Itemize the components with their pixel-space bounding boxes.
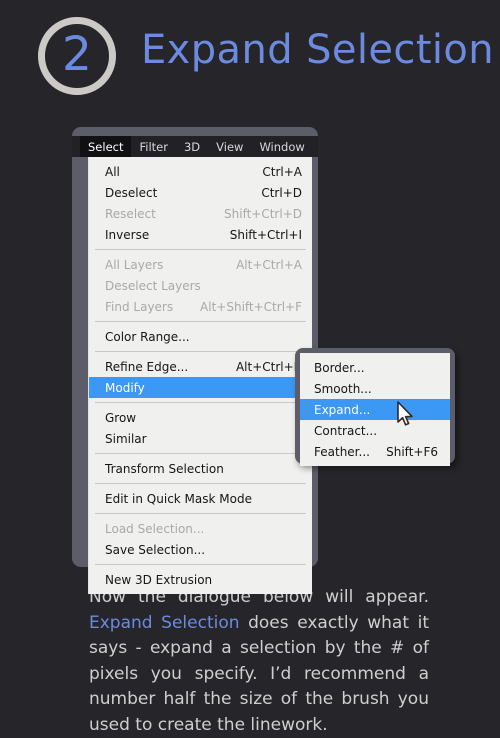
menu-item-label: Modify bbox=[105, 380, 145, 395]
menu-item-shortcut: Shift+Ctrl+D bbox=[224, 206, 302, 221]
menu-item-border[interactable]: Border... bbox=[300, 357, 450, 378]
menu-item-label: Load Selection... bbox=[105, 521, 205, 536]
menu-separator bbox=[95, 351, 306, 352]
menu-item-label: Save Selection... bbox=[105, 542, 206, 557]
menubar-item-view[interactable]: View bbox=[208, 136, 251, 157]
menu-item-expand[interactable]: Expand... bbox=[300, 399, 450, 420]
menu-item-edit-in-quick-mask-mode[interactable]: Edit in Quick Mask Mode bbox=[89, 488, 312, 509]
modify-submenu[interactable]: Border... Smooth... Expand... Contract... Fe… bbox=[300, 353, 450, 466]
menu-item-label: Similar bbox=[105, 431, 147, 446]
menu-item-all-layers: All Layers Alt+Ctrl+A bbox=[89, 254, 312, 275]
menu-item-label: Contract... bbox=[314, 423, 378, 438]
menu-separator bbox=[95, 513, 306, 514]
menu-item-shortcut: Ctrl+A bbox=[262, 164, 302, 179]
menu-separator bbox=[95, 249, 306, 250]
page-header: 2 Expand Selection bbox=[0, 0, 500, 118]
menu-separator bbox=[95, 453, 306, 454]
menu-item-modify[interactable]: Modify bbox=[89, 377, 312, 398]
menubar-item-window[interactable]: Window bbox=[251, 136, 312, 157]
menu-bar: Select Filter 3D View Window bbox=[72, 136, 318, 157]
menu-item-find-layers: Find Layers Alt+Shift+Ctrl+F bbox=[89, 296, 312, 317]
menu-item-label: Inverse bbox=[105, 227, 150, 242]
menu-item-label: Expand... bbox=[314, 402, 371, 417]
menu-item-grow[interactable]: Grow bbox=[89, 407, 312, 428]
menu-item-contract[interactable]: Contract... bbox=[300, 420, 450, 441]
menu-item-label: Color Range... bbox=[105, 329, 190, 344]
menu-item-label: Grow bbox=[105, 410, 137, 425]
menu-item-label: Deselect bbox=[105, 185, 158, 200]
menu-item-load-selection: Load Selection... bbox=[89, 518, 312, 539]
menu-item-label: Feather... bbox=[314, 444, 370, 459]
menu-item-transform-selection[interactable]: Transform Selection bbox=[89, 458, 312, 479]
menubar-item-label: View bbox=[216, 139, 244, 154]
menu-item-label: Find Layers bbox=[105, 299, 174, 314]
menu-item-reselect: Reselect Shift+Ctrl+D bbox=[89, 203, 312, 224]
select-menu-dropdown[interactable]: All Ctrl+A Deselect Ctrl+D Reselect Shift+Ctr… bbox=[88, 157, 312, 594]
menu-item-color-range[interactable]: Color Range... bbox=[89, 326, 312, 347]
menu-item-refine-edge[interactable]: Refine Edge... Alt+Ctrl+R bbox=[89, 356, 312, 377]
menu-item-label: Refine Edge... bbox=[105, 359, 189, 374]
menubar-item-3d[interactable]: 3D bbox=[176, 136, 208, 157]
menu-item-similar[interactable]: Similar bbox=[89, 428, 312, 449]
menu-separator bbox=[95, 564, 306, 565]
page-title: Expand Selection bbox=[141, 27, 495, 73]
menu-item-shortcut: Alt+Ctrl+A bbox=[236, 257, 302, 272]
step-number-badge: 2 bbox=[38, 17, 116, 95]
menu-item-label: Edit in Quick Mask Mode bbox=[105, 491, 252, 506]
menubar-item-label: 3D bbox=[183, 139, 201, 154]
menubar-item-label: Filter bbox=[139, 139, 168, 154]
menu-item-shortcut: Shift+F6 bbox=[386, 444, 438, 459]
menu-item-smooth[interactable]: Smooth... bbox=[300, 378, 450, 399]
menu-item-new-3d-extrusion[interactable]: New 3D Extrusion bbox=[89, 569, 312, 590]
menu-item-all[interactable]: All Ctrl+A bbox=[89, 161, 312, 182]
menu-item-shortcut: Alt+Ctrl+R bbox=[235, 359, 302, 374]
menu-item-shortcut: Alt+Shift+Ctrl+F bbox=[200, 299, 302, 314]
menu-separator bbox=[95, 321, 306, 322]
menu-item-deselect-layers: Deselect Layers bbox=[89, 275, 312, 296]
menu-item-label: All Layers bbox=[105, 257, 164, 272]
menu-item-label: Smooth... bbox=[314, 381, 372, 396]
menu-separator bbox=[95, 483, 306, 484]
menu-item-label: Border... bbox=[314, 360, 365, 375]
menu-item-label: Reselect bbox=[105, 206, 156, 221]
menu-item-label: All bbox=[105, 164, 120, 179]
menubar-item-label: Window bbox=[259, 139, 305, 154]
menu-item-shortcut: Ctrl+D bbox=[261, 185, 302, 200]
menu-item-save-selection[interactable]: Save Selection... bbox=[89, 539, 312, 560]
caption-text: Now the dialogue below will appear. Expa… bbox=[89, 585, 429, 738]
menu-item-label: Transform Selection bbox=[105, 461, 224, 476]
menu-item-feather[interactable]: Feather... Shift+F6 bbox=[300, 441, 450, 462]
menu-separator bbox=[95, 402, 306, 403]
menu-item-label: Deselect Layers bbox=[105, 278, 201, 293]
caption-keyword: Expand Selection bbox=[89, 612, 240, 633]
menu-item-inverse[interactable]: Inverse Shift+Ctrl+I bbox=[89, 224, 312, 245]
menu-item-shortcut: Shift+Ctrl+I bbox=[229, 227, 302, 242]
menubar-item-label: Select bbox=[88, 139, 124, 154]
menu-item-deselect[interactable]: Deselect Ctrl+D bbox=[89, 182, 312, 203]
menubar-item-filter[interactable]: Filter bbox=[131, 136, 175, 157]
menu-item-label: New 3D Extrusion bbox=[105, 572, 213, 587]
step-number: 2 bbox=[62, 27, 92, 82]
menubar-item-select[interactable]: Select bbox=[80, 136, 132, 157]
